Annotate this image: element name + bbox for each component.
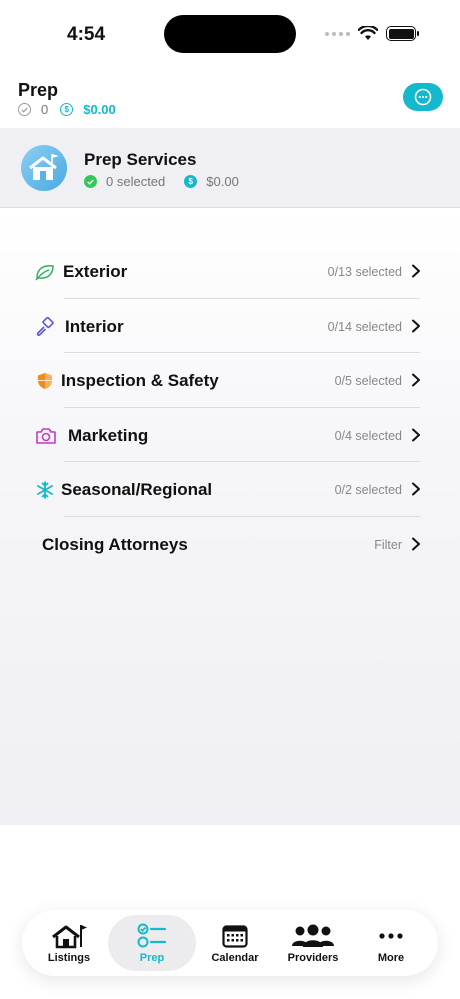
dollar-circle-icon: $ [60, 103, 74, 116]
chevron-right-icon [412, 319, 420, 332]
checklist-icon [137, 923, 167, 949]
chevron-right-icon [412, 373, 420, 387]
tab-label: Calendar [211, 951, 259, 964]
category-label: Interior [65, 316, 124, 336]
status-icons [325, 26, 419, 41]
category-row-inspection-safety[interactable]: Inspection & Safety 0/5 selected [0, 353, 460, 408]
category-row-marketing[interactable]: Marketing 0/4 selected [0, 408, 460, 462]
tab-providers[interactable]: Providers [274, 915, 352, 971]
selected-count: 0 [41, 102, 49, 117]
category-row-seasonal-regional[interactable]: Seasonal/Regional 0/2 selected [0, 462, 460, 517]
category-status: Filter [374, 537, 402, 552]
services-title: Prep Services [84, 150, 197, 169]
chevron-right-icon [412, 482, 420, 496]
chat-bubble-icon [414, 88, 432, 106]
services-summary: 0 selected $ $0.00 [84, 174, 239, 189]
category-status: 0/4 selected [334, 428, 402, 443]
page-header: Prep 0 $ $0.00 [0, 70, 460, 128]
category-status: 0/5 selected [334, 374, 402, 388]
leaf-icon [34, 262, 56, 282]
chat-button[interactable] [403, 83, 443, 111]
tab-label: Providers [287, 951, 339, 964]
page-title: Prep [18, 80, 59, 100]
category-label: Closing Attorneys [42, 534, 188, 554]
tab-bar: Listings Prep Calendar Providers More [22, 910, 438, 976]
dynamic-island [164, 15, 296, 53]
category-status: 0/14 selected [327, 319, 402, 334]
services-selected: 0 selected [106, 174, 166, 189]
people-icon [290, 923, 336, 949]
category-row-closing-attorneys[interactable]: Closing Attorneys Filter [0, 517, 460, 572]
chevron-right-icon [412, 537, 420, 550]
chevron-right-icon [412, 264, 420, 278]
snowflake-icon [34, 480, 56, 500]
shield-icon [34, 371, 56, 391]
category-status: 0/13 selected [327, 265, 402, 279]
wifi-icon [358, 26, 378, 40]
paintbrush-icon [34, 316, 56, 337]
prep-services-card[interactable]: Prep Services 0 selected $ $0.00 [0, 128, 460, 208]
header-summary: 0 $ $0.00 [18, 102, 116, 117]
header-total: $0.00 [83, 102, 116, 117]
status-time: 4:54 [67, 24, 106, 45]
category-list: Exterior 0/13 selected Interior 0/14 sel… [0, 244, 460, 571]
house-avatar-icon [21, 145, 67, 191]
category-label: Marketing [68, 425, 149, 445]
tab-label: More [377, 951, 405, 964]
check-circle-icon [84, 175, 97, 188]
tab-label: Listings [47, 951, 91, 964]
check-circle-icon [18, 103, 31, 116]
category-list-area: Exterior 0/13 selected Interior 0/14 sel… [0, 208, 460, 825]
tab-more[interactable]: More [352, 915, 430, 971]
category-label: Seasonal/Regional [61, 480, 213, 499]
calendar-icon [222, 923, 248, 949]
category-row-exterior[interactable]: Exterior 0/13 selected [0, 244, 460, 299]
chevron-right-icon [412, 428, 420, 441]
tab-prep[interactable]: Prep [108, 915, 196, 971]
dollar-circle-icon: $ [184, 175, 198, 188]
category-row-interior[interactable]: Interior 0/14 selected [0, 299, 460, 353]
ellipsis-icon [378, 923, 404, 949]
tab-calendar[interactable]: Calendar [196, 915, 274, 971]
category-status: 0/2 selected [334, 483, 402, 497]
tab-label: Prep [139, 951, 165, 964]
tab-listings[interactable]: Listings [30, 915, 108, 971]
house-flag-icon [50, 923, 88, 949]
category-label: Exterior [63, 262, 128, 281]
signal-icon [325, 31, 350, 36]
category-label: Inspection & Safety [61, 371, 219, 390]
status-bar: 4:54 [0, 0, 460, 70]
camera-icon [35, 426, 57, 446]
services-total: $0.00 [206, 174, 239, 189]
battery-icon [386, 26, 419, 41]
